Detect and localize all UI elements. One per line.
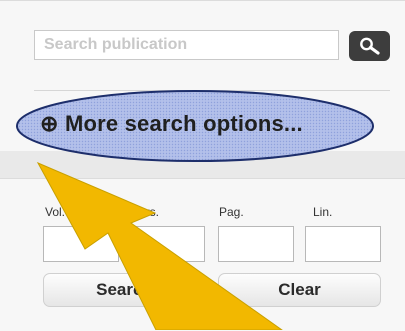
lin-label: Lin. [313,205,333,219]
clear-button[interactable]: Clear [218,273,381,307]
magnifier-icon [360,37,380,55]
vol-label: Vol. [45,205,66,219]
more-search-options-link[interactable]: ⊕ More search options... [15,89,376,163]
pars-label: Pars. [131,205,160,219]
vol-field[interactable] [43,226,119,262]
pars-field[interactable] [129,226,205,262]
pag-field[interactable] [218,226,294,262]
pag-label: Pag. [219,205,244,219]
lin-field[interactable] [305,226,381,262]
search-submit-button[interactable] [349,31,390,61]
search-input[interactable]: Search publication [34,30,339,60]
more-search-options-label: ⊕ More search options... [40,111,303,136]
search-button[interactable]: Search [43,273,206,307]
